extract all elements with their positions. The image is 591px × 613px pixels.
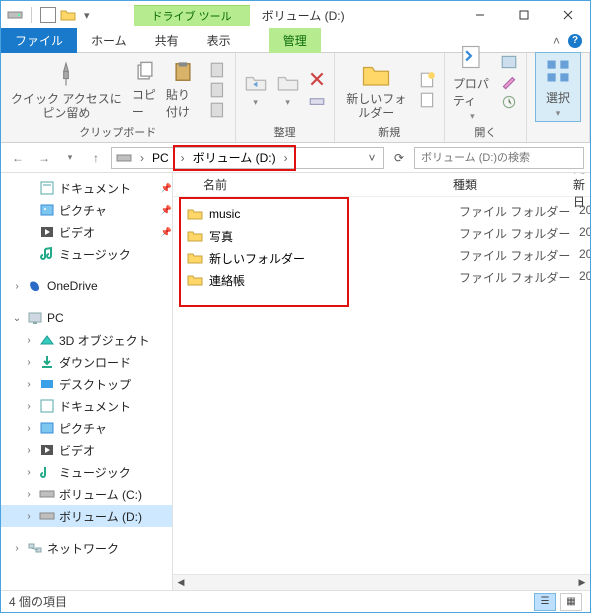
tab-manage[interactable]: 管理 (269, 28, 321, 53)
group-organize-label: 整理 (274, 122, 296, 140)
qat-overflow-icon[interactable]: ▾ (80, 9, 94, 22)
list-item[interactable]: music (181, 203, 347, 225)
collapse-icon[interactable]: ⌄ (11, 313, 23, 324)
pin-icon: 📌 (161, 205, 172, 216)
group-open-label: 開く (474, 122, 496, 140)
expand-icon[interactable]: › (11, 281, 23, 292)
move-to-button[interactable]: ▾ (244, 71, 268, 108)
status-text: 4 個の項目 (9, 593, 67, 610)
view-details-button[interactable]: ☰ (534, 593, 556, 611)
col-type[interactable]: 種類 (453, 176, 573, 193)
new-item-button[interactable] (418, 71, 436, 89)
pin-to-quick-access-button[interactable]: クイック アクセスにピン留め (9, 59, 124, 119)
group-new-label: 新規 (378, 122, 400, 140)
ribbon: クイック アクセスにピン留め コピー 貼り付け クリップボード ▾ ▾ (1, 53, 590, 143)
list-item-meta: ファイル フォルダー2018/6 (459, 269, 590, 286)
tree-selected: ›ボリューム (D:) (1, 505, 172, 527)
new-folder-button[interactable]: 新しいフォルダー (343, 59, 410, 119)
group-clipboard-label: クリップボード (79, 122, 156, 140)
column-headers[interactable]: 名前 種類 更新日 (173, 173, 590, 197)
col-name[interactable]: 名前 (173, 176, 453, 193)
edit-button[interactable] (500, 73, 518, 91)
search-input[interactable] (414, 147, 584, 169)
tab-view[interactable]: 表示 (193, 28, 245, 53)
tab-file[interactable]: ファイル (1, 28, 77, 53)
easy-access-button[interactable] (418, 91, 436, 109)
pin-icon: 📌 (161, 183, 172, 194)
list-item-meta: ファイル フォルダー2018/6 (459, 203, 590, 220)
breadcrumb-highlight: › ボリューム (D:) › (173, 145, 296, 171)
folder-icon (60, 7, 76, 23)
window-title: ボリューム (D:) (250, 7, 458, 24)
view-large-button[interactable]: ▦ (560, 593, 582, 611)
select-button[interactable]: 選択 ▾ (535, 52, 581, 122)
breadcrumb-pc[interactable]: PC (148, 148, 173, 168)
close-button[interactable] (546, 1, 590, 29)
breadcrumb-volume[interactable]: ボリューム (D:) (189, 147, 280, 169)
rename-button[interactable] (308, 92, 326, 110)
quick-checkbox[interactable] (40, 7, 56, 23)
clipboard-mini-1[interactable] (209, 61, 227, 79)
context-tab-label: ドライブ ツール (134, 5, 250, 26)
delete-button[interactable] (308, 70, 326, 88)
nav-forward-button[interactable]: → (33, 147, 55, 169)
history-button[interactable] (500, 93, 518, 111)
help-icon[interactable]: ? (568, 34, 582, 48)
paste-button[interactable]: 貼り付け (166, 60, 201, 120)
list-item-meta: ファイル フォルダー2018/6 (459, 247, 590, 264)
breadcrumb[interactable]: › PC › ボリューム (D:) › ˅ (111, 147, 384, 169)
breadcrumb-dropdown[interactable]: ˅ (361, 151, 383, 165)
clipboard-mini-2[interactable] (209, 81, 227, 99)
tab-home[interactable]: ホーム (77, 28, 141, 53)
horizontal-scrollbar[interactable]: ◀▶ (173, 574, 590, 590)
status-bar: 4 個の項目 ☰ ▦ (1, 590, 590, 612)
clipboard-mini-3[interactable] (209, 101, 227, 119)
list-item[interactable]: 写真 (181, 225, 347, 247)
copy-to-button[interactable]: ▾ (276, 71, 300, 108)
address-bar: ← → ▾ ↑ › PC › ボリューム (D:) › ˅ ⟳ (1, 143, 590, 173)
list-item-meta: ファイル フォルダー2018/6 (459, 225, 590, 242)
maximize-button[interactable] (502, 1, 546, 29)
title-bar: ▾ ドライブ ツール ボリューム (D:) (1, 1, 590, 29)
ribbon-collapse-icon[interactable]: ˄ (553, 34, 560, 48)
file-list: 名前 種類 更新日 music写真新しいフォルダー連絡帳 ファイル フォルダー2… (173, 173, 590, 590)
files-highlight-box: music写真新しいフォルダー連絡帳 (179, 197, 349, 307)
nav-up-button[interactable]: ↑ (85, 147, 107, 169)
list-item[interactable]: 新しいフォルダー (181, 247, 347, 269)
drive-icon (7, 7, 23, 23)
pin-label: クイック アクセスにピン留め (9, 93, 124, 119)
properties-button[interactable]: プロパティ ▾ (453, 41, 492, 122)
pin-icon: 📌 (161, 227, 172, 238)
tab-share[interactable]: 共有 (141, 28, 193, 53)
copy-button[interactable]: コピー (132, 60, 158, 120)
nav-back-button[interactable]: ← (7, 147, 29, 169)
open-button[interactable] (500, 53, 518, 71)
refresh-button[interactable]: ⟳ (388, 147, 410, 169)
list-item[interactable]: 連絡帳 (181, 269, 347, 291)
nav-recent-button[interactable]: ▾ (59, 147, 81, 169)
minimize-button[interactable] (458, 1, 502, 29)
nav-tree[interactable]: ドキュメント📌 ピクチャ📌 ビデオ📌 ミュージック ›OneDrive ⌄PC … (1, 173, 173, 590)
